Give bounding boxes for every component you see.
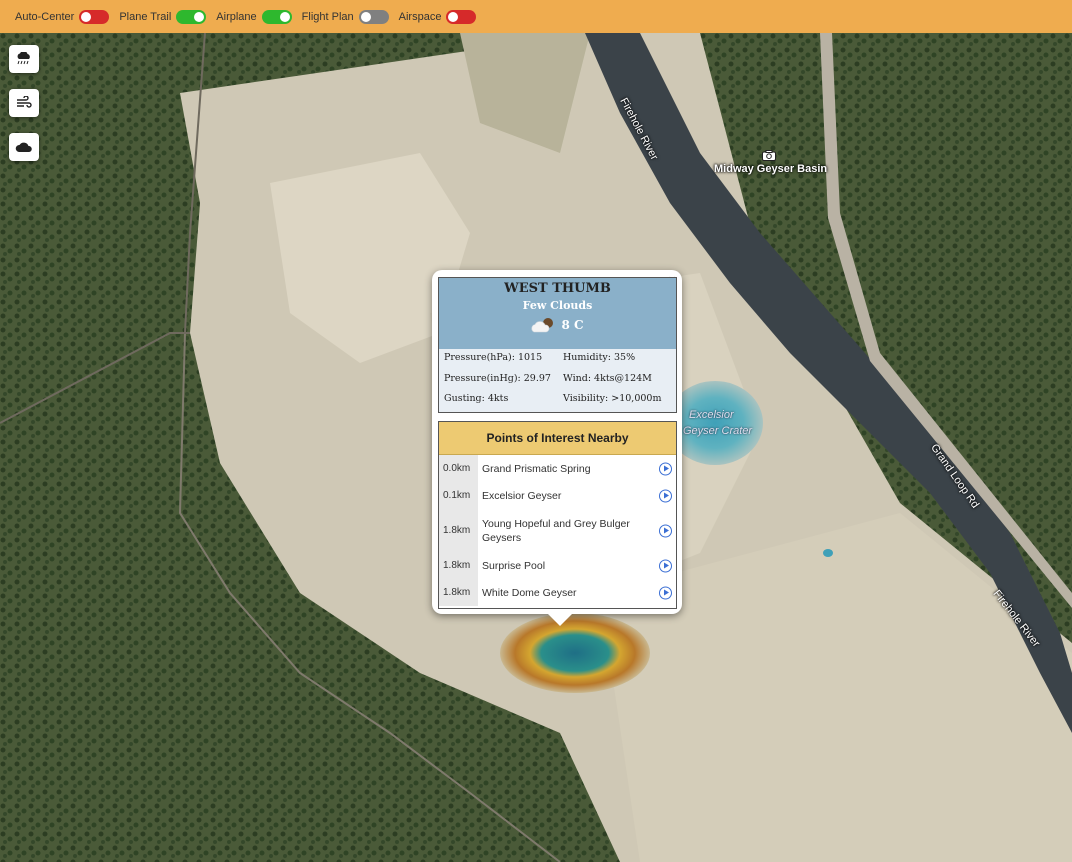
plane-trail-switch[interactable] <box>176 9 207 24</box>
flight-plan-switch[interactable] <box>358 9 389 24</box>
switch-knob <box>279 11 290 22</box>
play-icon[interactable] <box>659 462 672 475</box>
station-name: WEST THUMB <box>504 281 611 296</box>
pressure-inhg: Pressure(inHg): 29.97 <box>444 372 551 384</box>
visibility: Visibility: >10,000m <box>563 393 662 405</box>
pressure-hpa: Pressure(hPa): 1015 <box>444 352 543 363</box>
plane-trail-toggle-group: Plane Trail <box>119 9 207 24</box>
auto-center-label: Auto-Center <box>15 10 75 23</box>
poi-distance: 0.0km <box>439 455 478 482</box>
poi-distance: 0.1km <box>439 482 478 509</box>
wind-icon <box>17 96 32 108</box>
excelsior-crater-label-2: Geyser Crater <box>683 425 753 437</box>
auto-center-toggle-group: Auto-Center <box>15 9 110 24</box>
flight-plan-label: Flight Plan <box>301 10 354 23</box>
auto-center-switch[interactable] <box>79 9 110 24</box>
switch-knob <box>448 11 459 22</box>
excelsior-crater-label-1: Excelsior <box>689 409 734 421</box>
wind: Wind: 4kts@124M <box>563 372 652 384</box>
flight-plan-toggle-group: Flight Plan <box>301 9 389 24</box>
partly-cloudy-icon <box>531 318 554 333</box>
switch-knob <box>194 11 205 22</box>
map-toolbar: Auto-Center Plane Trail Airplane Flight … <box>0 0 1072 33</box>
poi-panel: Points of Interest Nearby 0.0km Grand Pr… <box>438 421 677 609</box>
rain-layer-button[interactable] <box>9 45 39 73</box>
poi-distance: 1.8km <box>439 509 478 552</box>
poi-distance: 1.8km <box>439 552 478 579</box>
cloud-layer-button[interactable] <box>9 133 39 161</box>
wind-layer-button[interactable] <box>9 89 39 117</box>
weather-condition: Few Clouds <box>522 299 593 312</box>
humidity: Humidity: 35% <box>563 352 636 363</box>
play-icon[interactable] <box>659 489 672 502</box>
airspace-switch[interactable] <box>446 9 477 24</box>
airplane-label: Airplane <box>216 10 257 23</box>
poi-name: Grand Prismatic Spring <box>482 462 591 475</box>
switch-knob <box>360 11 371 22</box>
airspace-toggle-group: Airspace <box>398 9 477 24</box>
poi-name: Young Hopeful and Grey Bulger Geysers <box>482 517 630 544</box>
weather-header: WEST THUMB Few Clouds 8 C <box>439 278 676 349</box>
temperature-row: 8 C <box>439 317 676 333</box>
poi-title: Points of Interest Nearby <box>439 422 676 455</box>
switch-knob <box>81 11 92 22</box>
cloud-icon <box>15 142 32 152</box>
poi-name: Surprise Pool <box>482 559 546 572</box>
station-popup: × WEST THUMB Few Clouds 8 C Pressure(hPa… <box>432 270 682 626</box>
airplane-switch[interactable] <box>261 9 292 24</box>
temperature-value: 8 C <box>561 318 584 332</box>
airplane-toggle-group: Airplane <box>216 9 292 24</box>
weather-details: Pressure(hPa): 1015 Humidity: 35% Pressu… <box>439 349 676 412</box>
midway-geyser-basin-label: Midway Geyser Basin <box>714 163 828 175</box>
play-icon[interactable] <box>659 559 672 572</box>
poi-row[interactable]: 0.0km Grand Prismatic Spring <box>439 455 676 482</box>
poi-row[interactable]: 0.1km Excelsior Geyser <box>439 482 676 509</box>
popup-pointer <box>548 614 572 626</box>
poi-row[interactable]: 1.8km White Dome Geyser <box>439 579 676 606</box>
play-icon[interactable] <box>659 586 672 599</box>
plane-trail-label: Plane Trail <box>119 10 172 23</box>
poi-row[interactable]: 1.8km Young Hopeful and Grey Bulger Geys… <box>439 509 676 552</box>
airspace-label: Airspace <box>398 10 442 23</box>
rain-cloud-icon <box>17 52 30 65</box>
gusting: Gusting: 4kts <box>444 393 509 405</box>
poi-name: Excelsior Geyser <box>482 489 562 502</box>
poi-row[interactable]: 1.8km Surprise Pool <box>439 552 676 579</box>
poi-name: White Dome Geyser <box>482 586 577 599</box>
weather-panel: WEST THUMB Few Clouds 8 C Pressure(hPa):… <box>438 277 677 413</box>
play-icon[interactable] <box>659 524 672 537</box>
poi-distance: 1.8km <box>439 579 478 606</box>
